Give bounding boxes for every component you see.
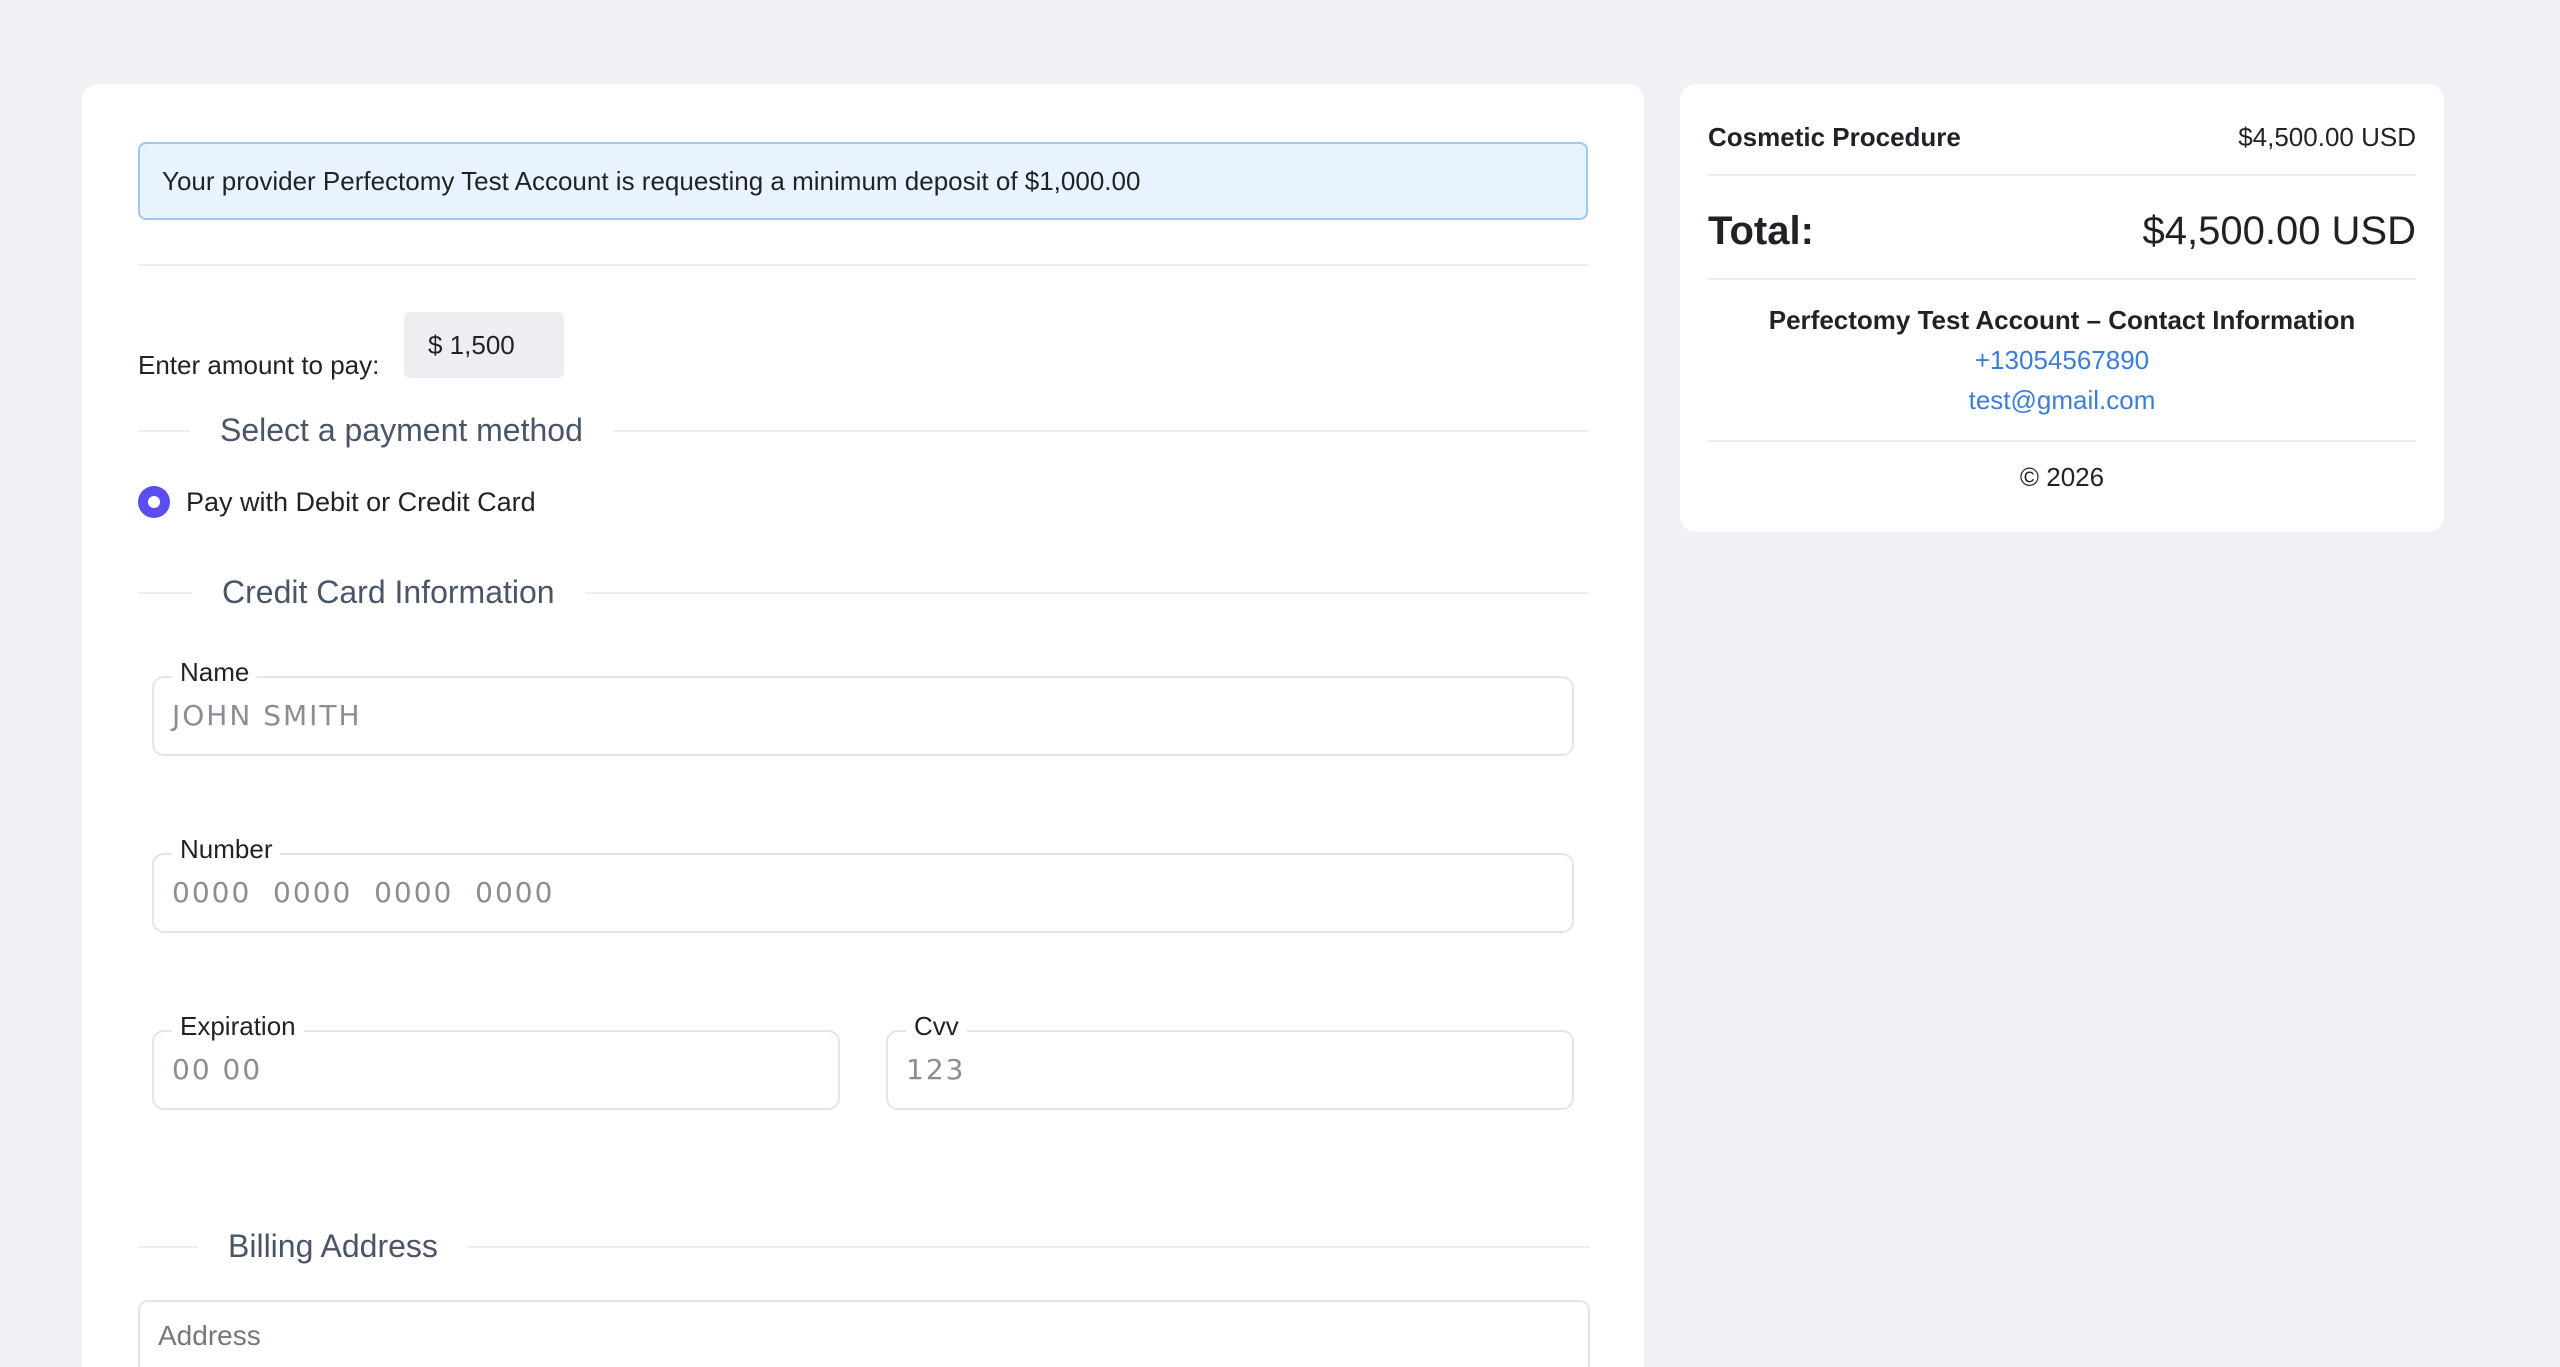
line-item: Cosmetic Procedure $4,500.00 USD — [1708, 112, 2416, 162]
email-link[interactable]: test@gmail.com — [1680, 380, 2444, 420]
address-field[interactable]: Address — [138, 1300, 1590, 1367]
total-label: Total: — [1708, 208, 1814, 253]
billing-address-title: Billing Address — [198, 1226, 468, 1266]
card-number-input[interactable]: 0000 0000 0000 0000 — [172, 855, 554, 931]
phone-link[interactable]: +13054567890 — [1680, 340, 2444, 380]
expiration-field[interactable]: Expiration 00 00 — [152, 1010, 840, 1110]
contact-title: Perfectomy Test Account – Contact Inform… — [1768, 305, 2356, 335]
item-price: $4,500.00 USD — [2238, 121, 2416, 152]
deposit-notice: Your provider Perfectomy Test Account is… — [138, 142, 1588, 220]
total-row: Total: $4,500.00 USD — [1708, 196, 2416, 266]
credit-card-title: Credit Card Information — [192, 572, 585, 612]
divider — [1708, 440, 2416, 442]
name-field[interactable]: Name JOHN SMITH — [152, 656, 1574, 756]
address-input[interactable]: Address — [158, 1320, 261, 1352]
expiration-input[interactable]: 00 00 — [172, 1032, 262, 1108]
name-input[interactable]: JOHN SMITH — [172, 678, 362, 754]
copyright: © 2026 — [2019, 462, 2105, 492]
amount-input[interactable]: $ 1,500 — [404, 312, 564, 378]
divider — [1708, 174, 2416, 176]
pay-with-card-radio[interactable] — [138, 486, 170, 518]
contact-info: Perfectomy Test Account – Contact Inform… — [1680, 300, 2444, 420]
amount-label: Enter amount to pay: — [138, 350, 380, 380]
cvv-field[interactable]: Cvv 123 — [886, 1010, 1574, 1110]
divider — [138, 264, 1588, 266]
item-name: Cosmetic Procedure — [1708, 121, 1961, 152]
total-value: $4,500.00 USD — [2142, 208, 2416, 253]
radio-dot — [148, 496, 160, 508]
payment-method-title: Select a payment method — [190, 410, 613, 450]
order-summary-card: Cosmetic Procedure $4,500.00 USD Total: … — [1680, 84, 2444, 532]
divider — [1708, 278, 2416, 280]
pay-with-card-label[interactable]: Pay with Debit or Credit Card — [186, 484, 536, 520]
cvv-input[interactable]: 123 — [906, 1032, 965, 1108]
payment-form-card: Your provider Perfectomy Test Account is… — [82, 84, 1644, 1367]
card-number-field[interactable]: Number 0000 0000 0000 0000 — [152, 833, 1574, 933]
